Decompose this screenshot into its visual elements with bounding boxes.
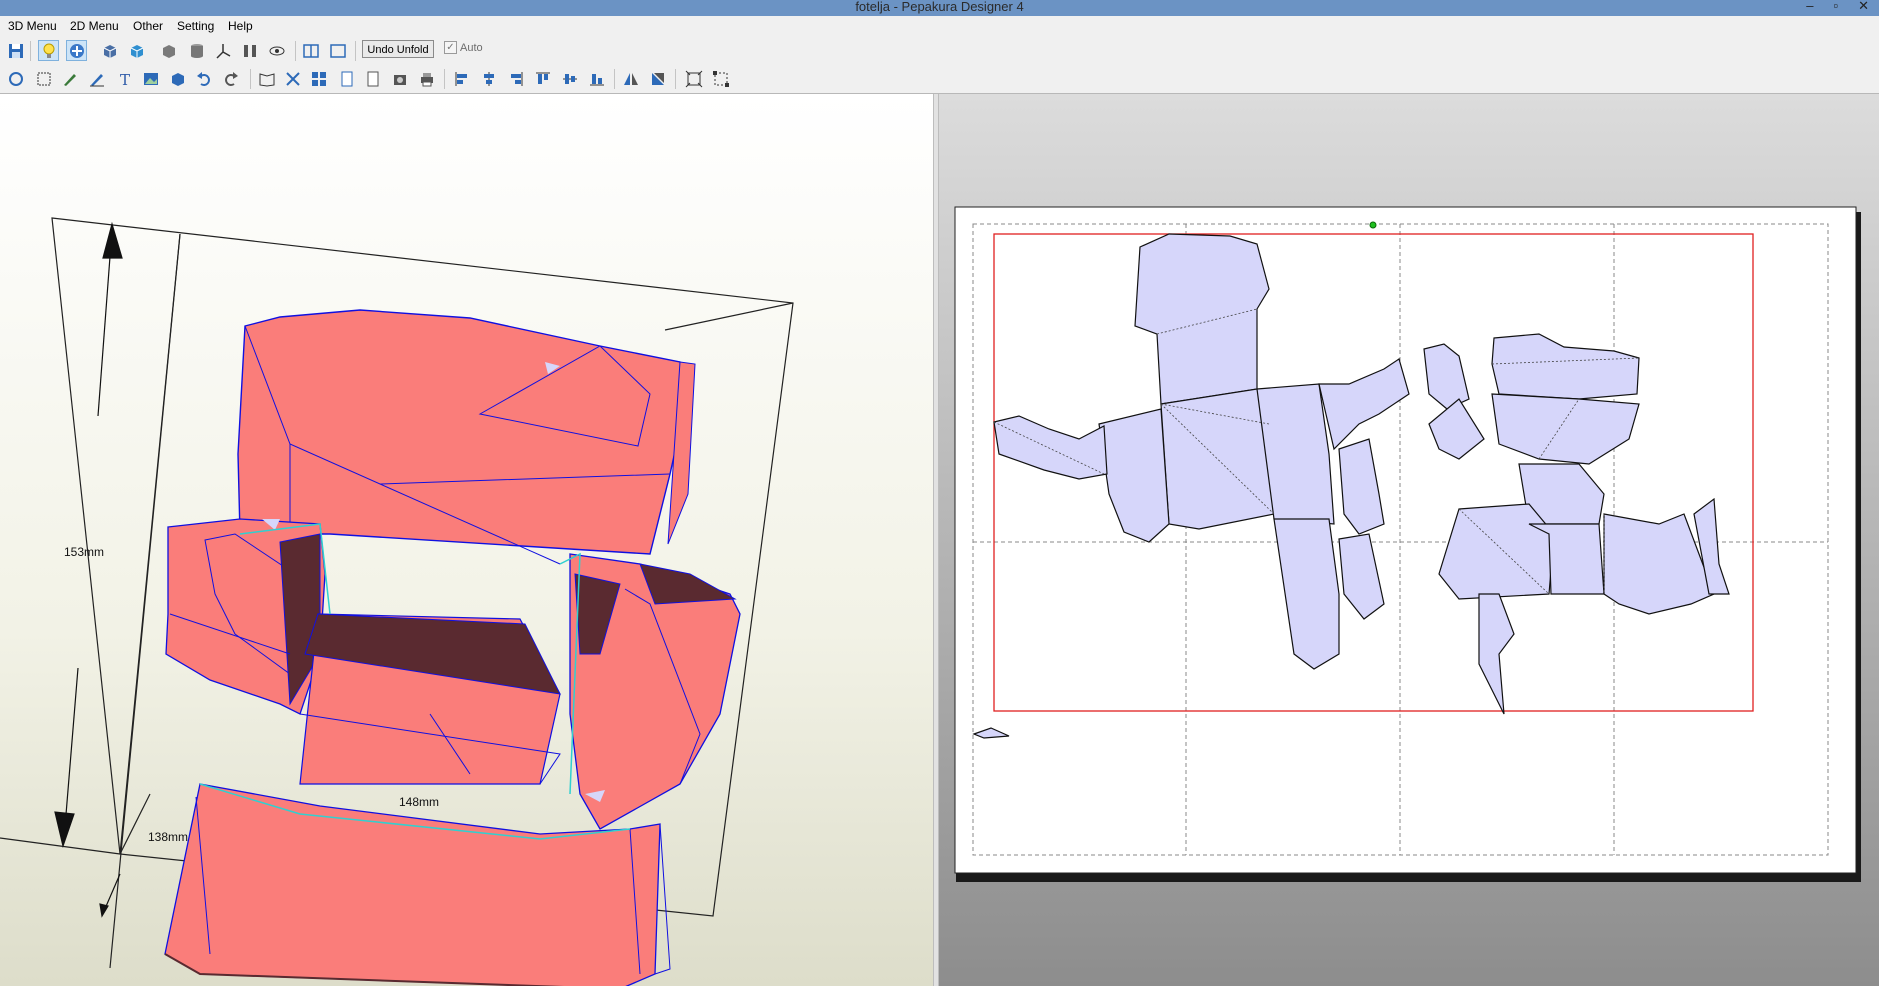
toolbar-top: [0, 37, 1879, 64]
camera-icon[interactable]: [389, 68, 410, 89]
svg-text:T: T: [120, 71, 130, 88]
eye-icon[interactable]: [266, 40, 287, 61]
fit-page-icon[interactable]: [683, 68, 704, 89]
dimension-height: 153mm: [64, 545, 105, 559]
flip-horizontal-icon[interactable]: [620, 68, 641, 89]
auto-label: Auto: [460, 41, 483, 54]
model-front-icon[interactable]: [99, 40, 120, 61]
menu-bar: 3D Menu 2D Menu Other Setting Help: [0, 16, 1879, 36]
align-center-icon[interactable]: [478, 68, 499, 89]
pencil-icon[interactable]: [59, 68, 80, 89]
axis-icon[interactable]: [212, 40, 233, 61]
box-icon[interactable]: [158, 40, 179, 61]
split-view-icon[interactable]: [300, 40, 321, 61]
menu-help[interactable]: Help: [228, 19, 253, 33]
3d-model-canvas[interactable]: [0, 94, 933, 986]
rotate-icon[interactable]: [5, 68, 26, 89]
image-icon[interactable]: [140, 68, 161, 89]
window-title: fotelja - Pepakura Designer 4: [855, 0, 1024, 14]
title-bar: fotelja - Pepakura Designer 4 – ▫ ✕: [0, 0, 1879, 16]
grid-select-icon[interactable]: [33, 68, 54, 89]
undo-icon[interactable]: [193, 68, 214, 89]
menu-3d[interactable]: 3D Menu: [8, 19, 57, 33]
dimension-depth: 138mm: [148, 830, 189, 844]
page-icon[interactable]: [336, 68, 357, 89]
auto-checkbox[interactable]: ✓ Auto: [444, 41, 483, 54]
menu-setting[interactable]: Setting: [177, 19, 214, 33]
dimension-width: 148mm: [399, 795, 440, 809]
3d-view[interactable]: 153mm 148mm 138mm: [0, 94, 933, 986]
columns-icon[interactable]: [239, 40, 260, 61]
align-top-icon[interactable]: [532, 68, 553, 89]
auto-check-icon: ✓: [444, 41, 457, 54]
eraser-icon[interactable]: [86, 68, 107, 89]
align-bottom-icon[interactable]: [586, 68, 607, 89]
close-button[interactable]: ✕: [1858, 0, 1869, 14]
lightbulb-icon[interactable]: [38, 40, 59, 61]
align-right-icon[interactable]: [505, 68, 526, 89]
2d-layout-canvas[interactable]: [939, 94, 1879, 986]
redo-icon[interactable]: [220, 68, 241, 89]
menu-2d[interactable]: 2D Menu: [70, 19, 119, 33]
layout-icon[interactable]: [308, 68, 329, 89]
join-icon[interactable]: [282, 68, 303, 89]
align-left-icon[interactable]: [451, 68, 472, 89]
toolbar-bottom: T: [0, 65, 1879, 94]
minimize-button[interactable]: –: [1806, 0, 1813, 14]
page-export-icon[interactable]: [362, 68, 383, 89]
flip-vertical-icon[interactable]: [647, 68, 668, 89]
print-icon[interactable]: [416, 68, 437, 89]
2d-view[interactable]: [939, 94, 1879, 986]
select-parts-icon[interactable]: [710, 68, 731, 89]
align-middle-icon[interactable]: [559, 68, 580, 89]
cube-icon[interactable]: [167, 68, 188, 89]
book-icon[interactable]: [256, 68, 277, 89]
single-view-icon[interactable]: [327, 40, 348, 61]
text-icon[interactable]: T: [114, 68, 135, 89]
cylinder-icon[interactable]: [186, 40, 207, 61]
menu-other[interactable]: Other: [133, 19, 163, 33]
undo-unfold-button[interactable]: Undo Unfold: [362, 40, 434, 58]
model-side-icon[interactable]: [126, 40, 147, 61]
maximize-button[interactable]: ▫: [1833, 0, 1838, 14]
texture-toggle-icon[interactable]: [66, 40, 87, 61]
save-icon[interactable]: [5, 40, 26, 61]
